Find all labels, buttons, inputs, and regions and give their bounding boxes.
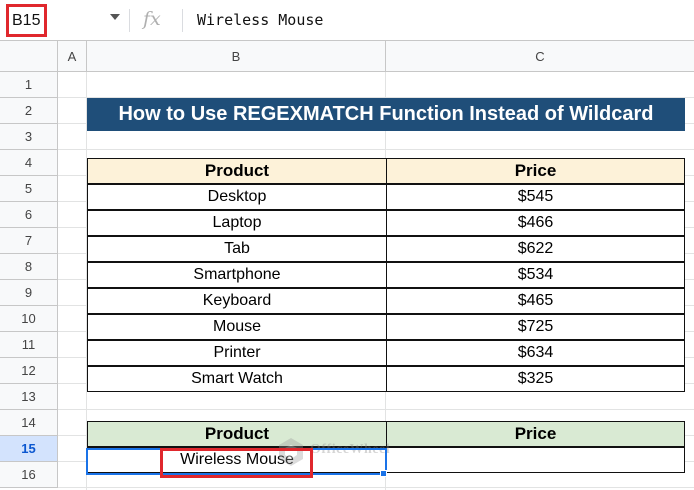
row-header-12[interactable]: 12 xyxy=(0,358,58,384)
table1-cell-product[interactable]: Laptop xyxy=(87,210,387,236)
divider xyxy=(182,9,183,32)
row-header-10[interactable]: 10 xyxy=(0,306,58,332)
row-header-9[interactable]: 9 xyxy=(0,280,58,306)
table1-cell-product[interactable]: Keyboard xyxy=(87,288,387,314)
table2-header-price[interactable]: Price xyxy=(386,421,685,447)
row-header-5[interactable]: 5 xyxy=(0,176,58,202)
row-header-8[interactable]: 8 xyxy=(0,254,58,280)
row-header-4[interactable]: 4 xyxy=(0,150,58,176)
table1-cell-price[interactable]: $325 xyxy=(386,366,685,392)
table2-cell-price[interactable] xyxy=(386,447,685,473)
row-header-13[interactable]: 13 xyxy=(0,384,58,410)
table1-cell-price[interactable]: $725 xyxy=(386,314,685,340)
row-header-2[interactable]: 2 xyxy=(0,98,58,124)
table1-cell-product[interactable]: Smartphone xyxy=(87,262,387,288)
table1-header-price[interactable]: Price xyxy=(386,158,685,184)
highlight-box xyxy=(160,448,313,478)
name-box[interactable]: B15 xyxy=(6,4,47,37)
row-header-11[interactable]: 11 xyxy=(0,332,58,358)
formula-input[interactable]: Wireless Mouse xyxy=(197,11,323,29)
grid-line xyxy=(58,149,694,150)
column-header-b[interactable]: B xyxy=(87,41,386,72)
grid-line xyxy=(58,409,694,410)
column-header-a[interactable]: A xyxy=(58,41,87,72)
row-header-7[interactable]: 7 xyxy=(0,228,58,254)
table1-cell-price[interactable]: $465 xyxy=(386,288,685,314)
row-header-15[interactable]: 15 xyxy=(0,436,58,462)
fx-icon: fx xyxy=(143,8,161,30)
table1-cell-product[interactable]: Smart Watch xyxy=(87,366,387,392)
table1-cell-price[interactable]: $545 xyxy=(386,184,685,210)
table1-cell-product[interactable]: Tab xyxy=(87,236,387,262)
row-header-6[interactable]: 6 xyxy=(0,202,58,228)
select-all-corner[interactable] xyxy=(0,41,58,72)
table1-cell-price[interactable]: $622 xyxy=(386,236,685,262)
column-header-c[interactable]: C xyxy=(386,41,694,72)
table2-header-product[interactable]: Product xyxy=(87,421,387,447)
divider xyxy=(129,9,130,32)
row-header-1[interactable]: 1 xyxy=(0,72,58,98)
table1-cell-price[interactable]: $466 xyxy=(386,210,685,236)
fill-handle[interactable] xyxy=(380,470,387,477)
grid-line xyxy=(58,487,694,488)
row-header-14[interactable]: 14 xyxy=(0,410,58,436)
table1-cell-product[interactable]: Desktop xyxy=(87,184,387,210)
table1-cell-product[interactable]: Mouse xyxy=(87,314,387,340)
row-header-16[interactable]: 16 xyxy=(0,462,58,488)
row-header-3[interactable]: 3 xyxy=(0,124,58,150)
chevron-down-icon[interactable] xyxy=(110,14,120,20)
sheet-title[interactable]: How to Use REGEXMATCH Function Instead o… xyxy=(87,98,685,131)
table1-cell-price[interactable]: $534 xyxy=(386,262,685,288)
formula-bar: B15 fx Wireless Mouse xyxy=(0,0,694,41)
table1-cell-price[interactable]: $634 xyxy=(386,340,685,366)
table1-cell-product[interactable]: Printer xyxy=(87,340,387,366)
table1-header-product[interactable]: Product xyxy=(87,158,387,184)
